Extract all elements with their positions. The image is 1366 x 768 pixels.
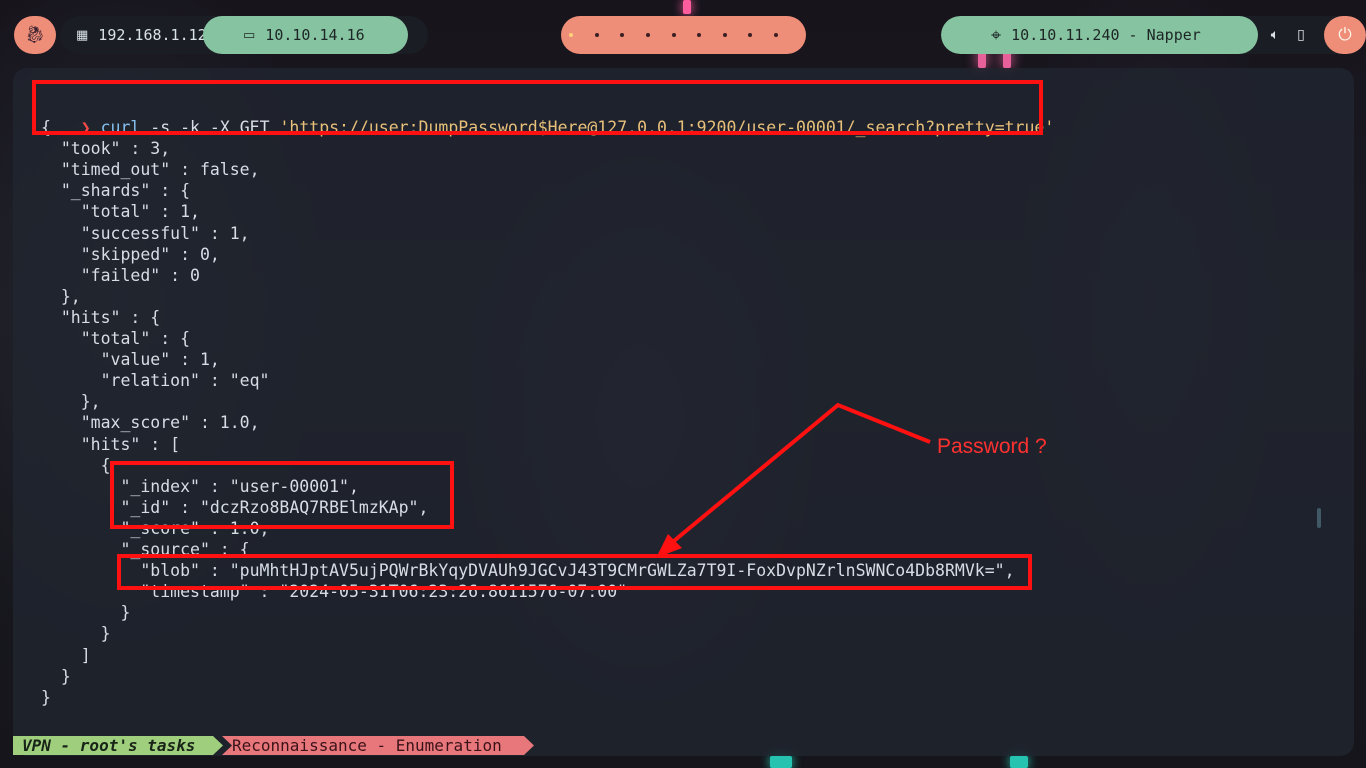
status-vpn-tasks[interactable]: VPN - root's tasks (13, 736, 223, 755)
status-current-task[interactable]: Reconnaissance - Enumeration (222, 736, 534, 755)
password-annotation: Password ? (937, 435, 1047, 458)
annotation-arrow (656, 402, 931, 558)
